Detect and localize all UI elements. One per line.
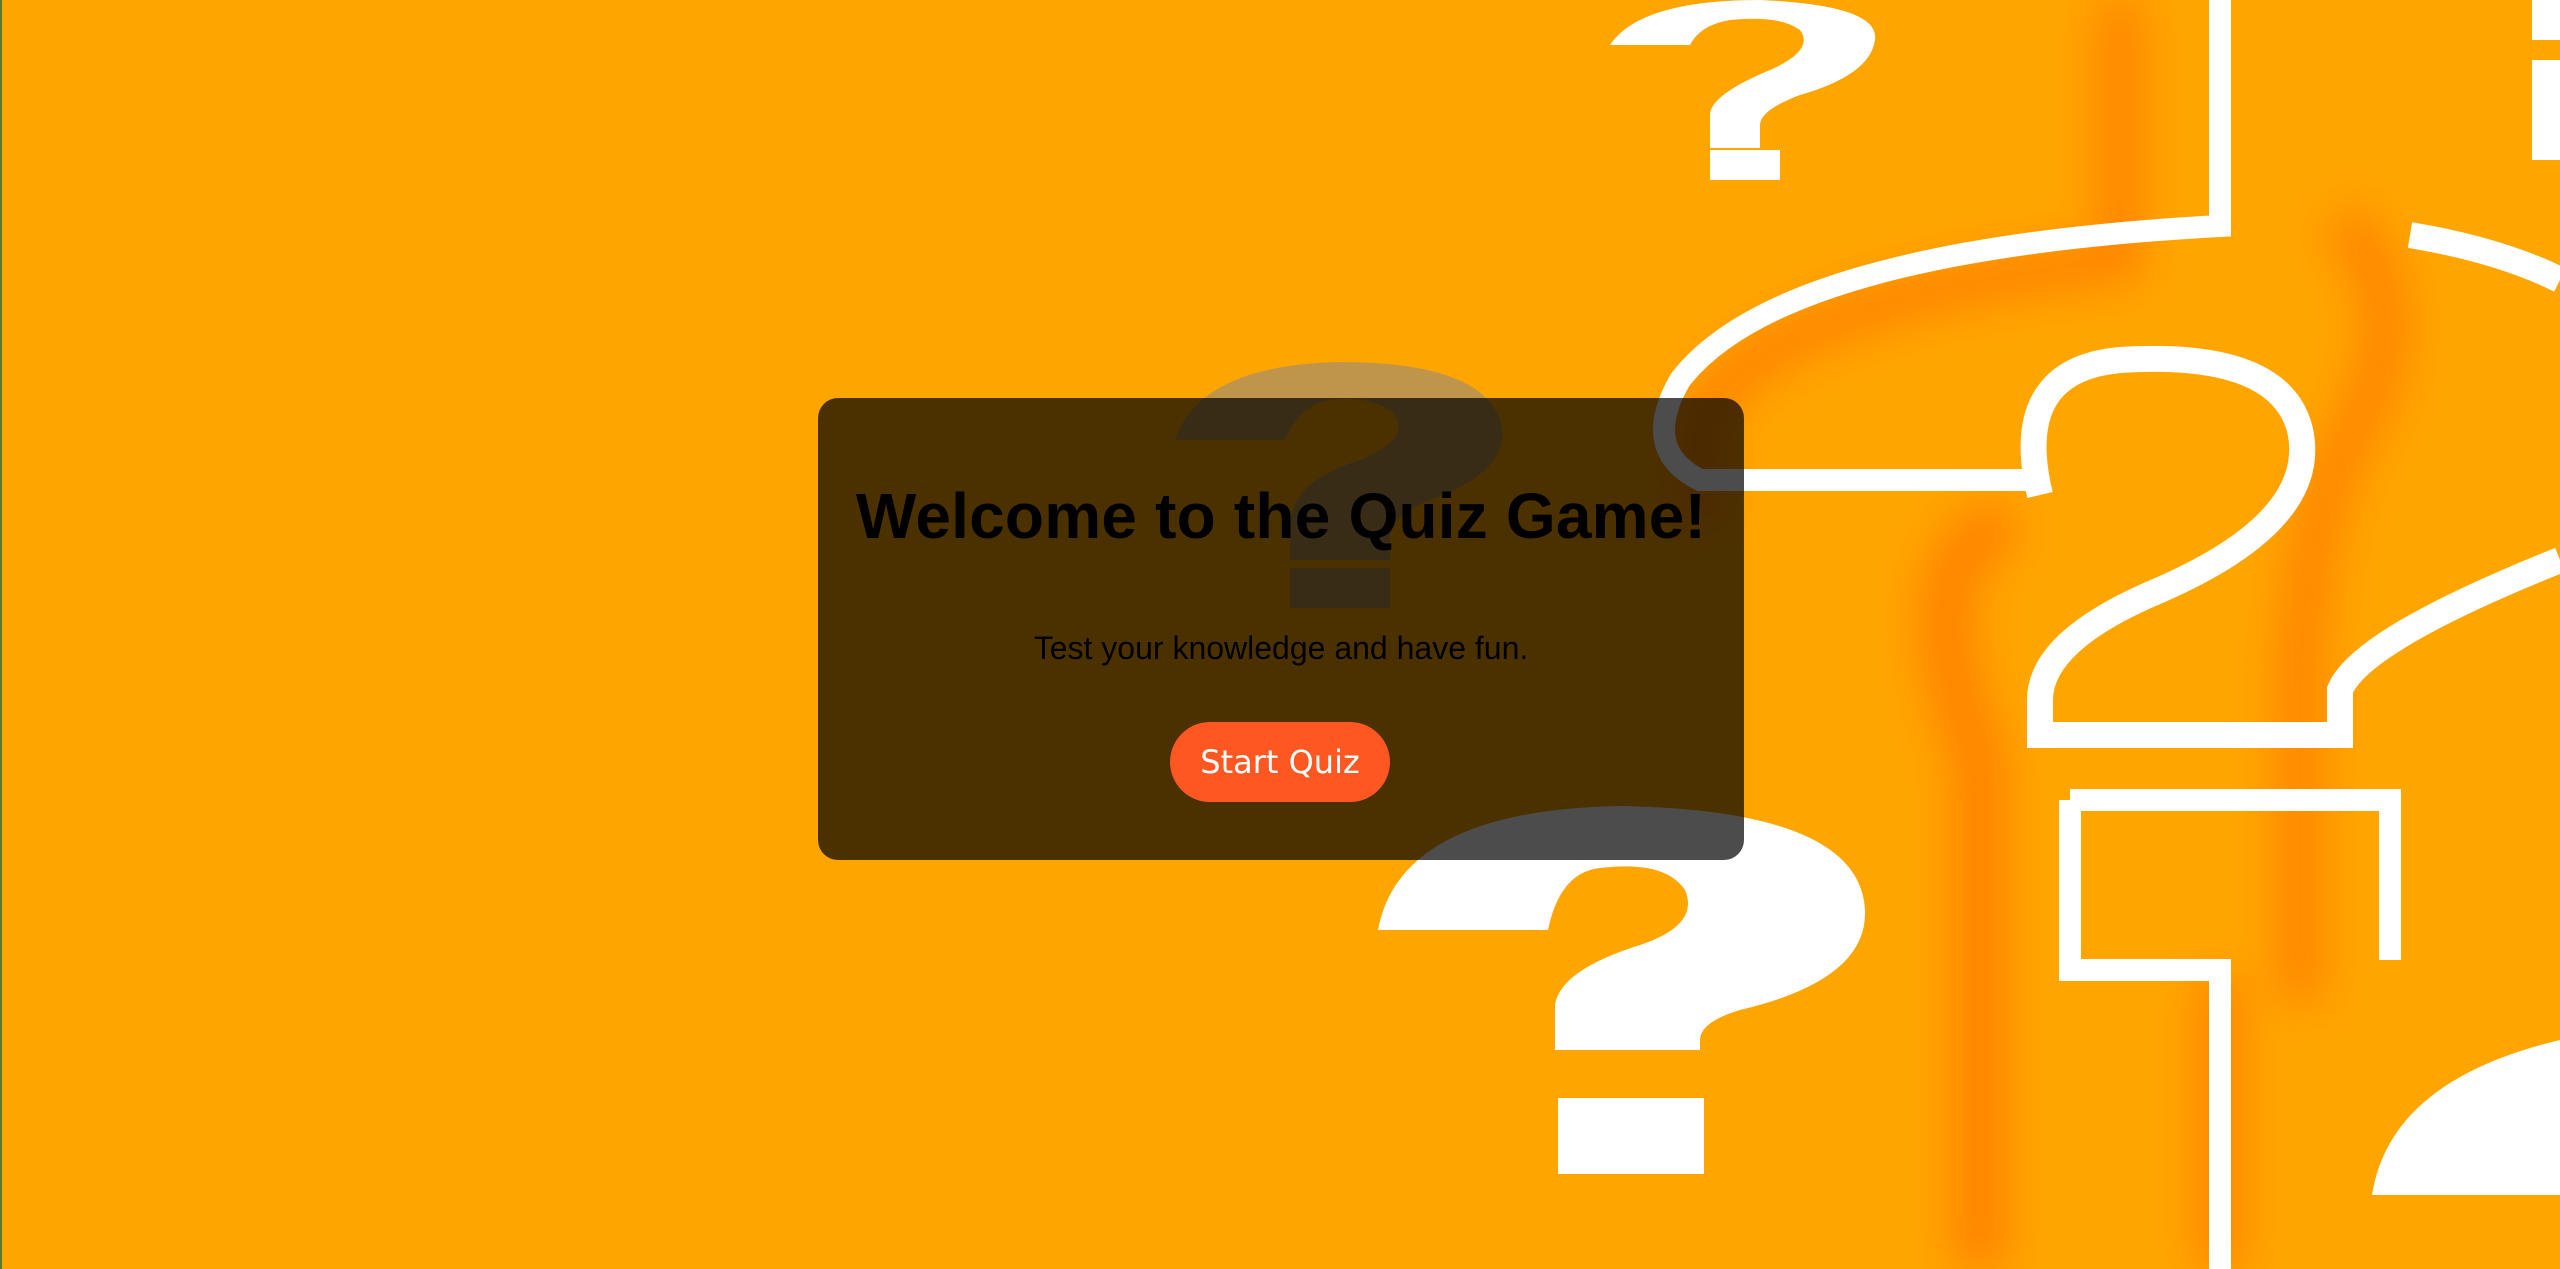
welcome-card: Welcome to the Quiz Game! Test your know… [818, 398, 1744, 860]
window-edge [0, 0, 2, 1269]
page-title: Welcome to the Quiz Game! [855, 480, 1707, 552]
start-quiz-button[interactable]: Start Quiz [1170, 722, 1390, 802]
subtitle-text: Test your knowledge and have fun. [1033, 630, 1529, 666]
